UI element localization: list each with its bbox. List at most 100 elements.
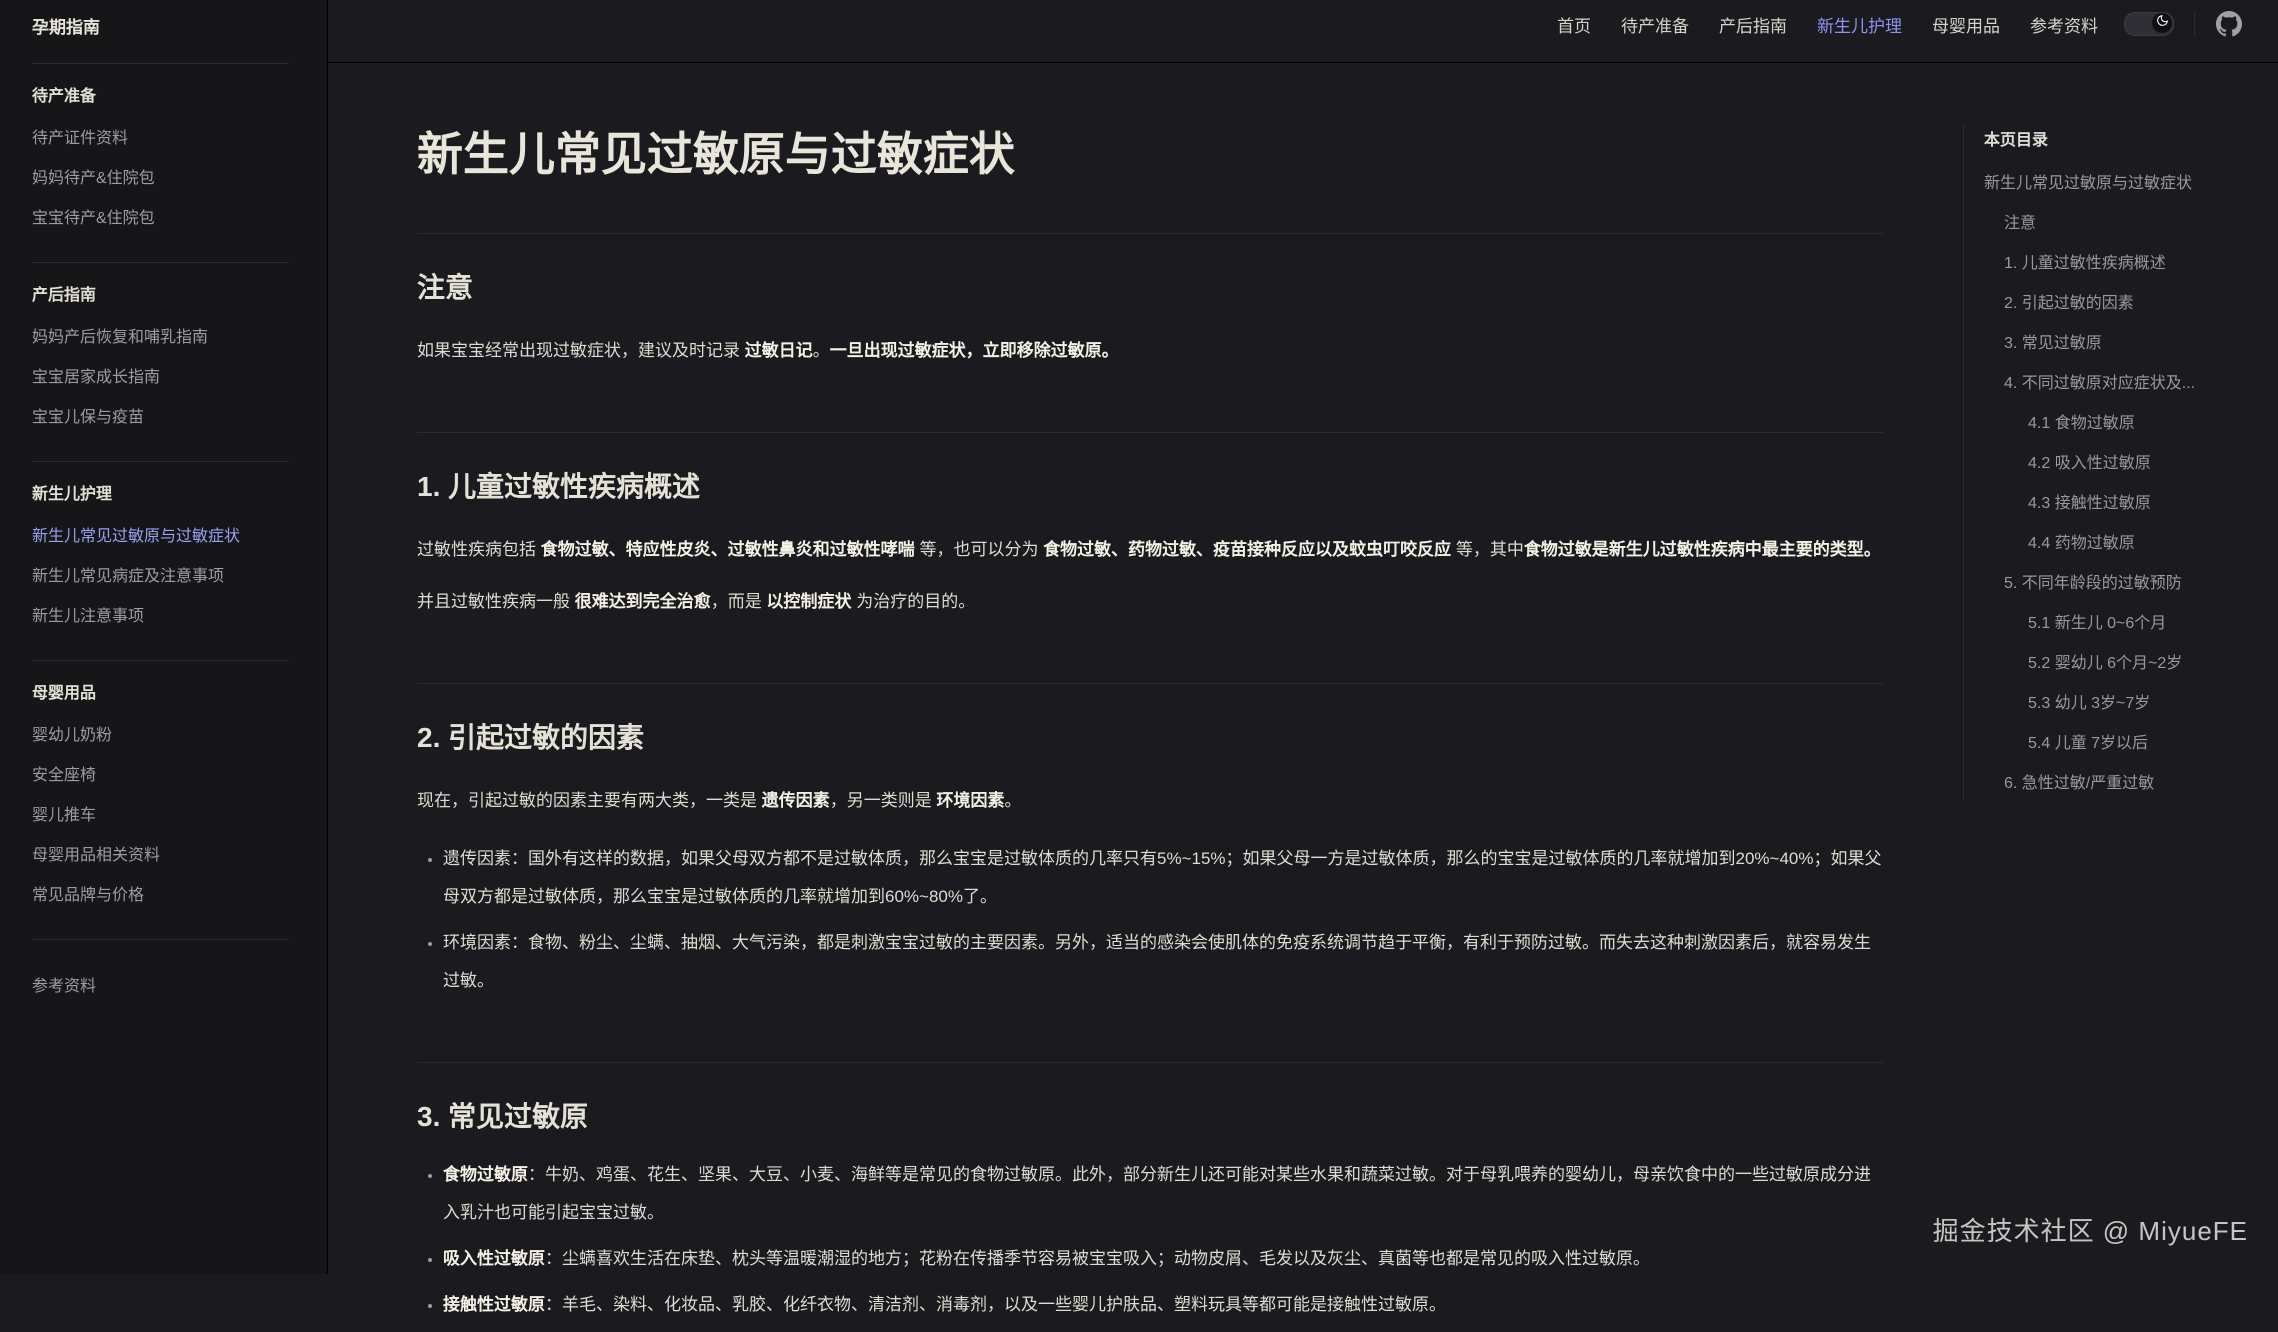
outline-item[interactable]: 5. 不同年龄段的过敏预防 — [1984, 561, 2253, 601]
outline-item[interactable]: 4.2 吸入性过敏原 — [1984, 441, 2253, 481]
nav-link-prenatal[interactable]: 待产准备 — [1621, 12, 1689, 37]
sidebar-divider — [32, 939, 289, 940]
text-segment-bold: 一旦出现过敏症状，立即移除过敏原。 — [830, 341, 1119, 360]
github-icon[interactable] — [2216, 11, 2242, 37]
sidebar-item[interactable]: 婴幼儿奶粉 — [32, 713, 289, 753]
list-item: 遗传因素：国外有这样的数据，如果父母双方都不是过敏体质，那么宝宝是过敏体质的几率… — [443, 840, 1883, 916]
sidebar-group-title: 母婴用品 — [32, 683, 289, 705]
list-item: 接触性过敏原：羊毛、染料、化妆品、乳胶、化纤衣物、清洁剂、消毒剂，以及一些婴儿护… — [443, 1286, 1883, 1324]
bullet-list: 遗传因素：国外有这样的数据，如果父母双方都不是过敏体质，那么宝宝是过敏体质的几率… — [417, 840, 1883, 1000]
text-segment-bold: 遗传因素 — [762, 791, 830, 810]
sidebar-item[interactable]: 待产证件资料 — [32, 116, 289, 156]
bullet-list: 食物过敏原：牛奶、鸡蛋、花生、坚果、大豆、小麦、海鲜等是常见的食物过敏原。此外，… — [417, 1156, 1883, 1324]
sidebar-group-postnatal: 产后指南 妈妈产后恢复和哺乳指南 宝宝居家成长指南 宝宝儿保与疫苗 — [32, 285, 289, 435]
sidebar-group-newborn-care: 新生儿护理 新生儿常见过敏原与过敏症状 新生儿常见病症及注意事项 新生儿注意事项 — [32, 484, 289, 634]
text-segment-bold: 过敏日记 — [745, 341, 813, 360]
doc-section-notice: 注意 如果宝宝经常出现过敏症状，建议及时记录 过敏日记。一旦出现过敏症状，立即移… — [417, 233, 1883, 370]
sidebar-item[interactable]: 宝宝待产&住院包 — [32, 196, 289, 236]
text-segment-bold: 食物过敏是新生儿过敏性疾病中最主要的类型。 — [1524, 540, 1881, 559]
site-logo[interactable]: 孕期指南 — [32, 0, 289, 63]
nav-links: 首页 待产准备 产后指南 新生儿护理 母婴用品 参考资料 — [1557, 12, 2098, 37]
nav-link-newborn-care[interactable]: 新生儿护理 — [1817, 12, 1902, 37]
text-segment: 。 — [813, 341, 830, 360]
moon-icon — [2156, 14, 2169, 32]
text-segment: ：羊毛、染料、化妆品、乳胶、化纤衣物、清洁剂、消毒剂，以及一些婴儿护肤品、塑料玩… — [545, 1295, 1446, 1314]
list-item: 吸入性过敏原：尘螨喜欢生活在床垫、枕头等温暖潮湿的地方；花粉在传播季节容易被宝宝… — [443, 1240, 1883, 1278]
outline-item[interactable]: 2. 引起过敏的因素 — [1984, 281, 2253, 321]
nav-link-references[interactable]: 参考资料 — [2030, 12, 2098, 37]
text-segment: 遗传因素：国外有这样的数据，如果父母双方都不是过敏体质，那么宝宝是过敏体质的几率… — [443, 849, 1882, 906]
sidebar-group-references: 参考资料 — [32, 964, 289, 1004]
outline-item[interactable]: 5.3 幼儿 3岁~7岁 — [1984, 681, 2253, 721]
text-segment: 为治疗的目的。 — [851, 592, 975, 611]
navbar: 首页 待产准备 产后指南 新生儿护理 母婴用品 参考资料 — [328, 0, 2278, 63]
section-divider — [417, 683, 1883, 684]
paragraph: 并且过敏性疾病一般 很难达到完全治愈，而是 以控制症状 为治疗的目的。 — [417, 583, 1883, 621]
section-heading: 3. 常见过敏原 — [417, 1098, 1883, 1136]
theme-toggle-knob — [2152, 13, 2172, 33]
outline-item[interactable]: 4.4 药物过敏原 — [1984, 521, 2253, 561]
text-segment: 现在，引起过敏的因素主要有两大类，一类是 — [417, 791, 762, 810]
outline-item[interactable]: 4.1 食物过敏原 — [1984, 401, 2253, 441]
doc-section-allergens: 3. 常见过敏原 食物过敏原：牛奶、鸡蛋、花生、坚果、大豆、小麦、海鲜等是常见的… — [417, 1062, 1883, 1324]
text-segment-bold: 食物过敏、特应性皮炎、过敏性鼻炎和过敏性哮喘 — [541, 540, 915, 559]
sidebar-item[interactable]: 婴儿推车 — [32, 793, 289, 833]
sidebar-item[interactable]: 妈妈待产&住院包 — [32, 156, 289, 196]
sidebar-item[interactable]: 新生儿常见病症及注意事项 — [32, 554, 289, 594]
text-segment-bold: 食物过敏原 — [443, 1165, 528, 1184]
sidebar-group-products: 母婴用品 婴幼儿奶粉 安全座椅 婴儿推车 母婴用品相关资料 常见品牌与价格 — [32, 683, 289, 913]
outline-title: 本页目录 — [1984, 125, 2253, 157]
text-segment: 过敏性疾病包括 — [417, 540, 541, 559]
outline-item[interactable]: 4. 不同过敏原对应症状及... — [1984, 361, 2253, 401]
doc-content: 新生儿常见过敏原与过敏症状 注意 如果宝宝经常出现过敏症状，建议及时记录 过敏日… — [328, 63, 1963, 1332]
theme-toggle[interactable] — [2124, 12, 2174, 36]
outline-item[interactable]: 1. 儿童过敏性疾病概述 — [1984, 241, 2253, 281]
sidebar-item[interactable]: 安全座椅 — [32, 753, 289, 793]
sidebar-group-title: 新生儿护理 — [32, 484, 289, 506]
sidebar-item-current[interactable]: 新生儿常见过敏原与过敏症状 — [32, 514, 289, 554]
sidebar-item[interactable]: 宝宝居家成长指南 — [32, 355, 289, 395]
sidebar-item[interactable]: 新生儿注意事项 — [32, 594, 289, 634]
text-segment: ：牛奶、鸡蛋、花生、坚果、大豆、小麦、海鲜等是常见的食物过敏原。此外，部分新生儿… — [443, 1165, 1871, 1222]
paragraph: 如果宝宝经常出现过敏症状，建议及时记录 过敏日记。一旦出现过敏症状，立即移除过敏… — [417, 332, 1883, 370]
page-title: 新生儿常见过敏原与过敏症状 — [417, 127, 1883, 181]
nav-link-products[interactable]: 母婴用品 — [1932, 12, 2000, 37]
outline-item[interactable]: 4.3 接触性过敏原 — [1984, 481, 2253, 521]
outline-item[interactable]: 3. 常见过敏原 — [1984, 321, 2253, 361]
sidebar-item[interactable]: 妈妈产后恢复和哺乳指南 — [32, 315, 289, 355]
sidebar-item[interactable]: 宝宝儿保与疫苗 — [32, 395, 289, 435]
outline-item[interactable]: 5.1 新生儿 0~6个月 — [1984, 601, 2253, 641]
outline-item[interactable]: 5.2 婴幼儿 6个月~2岁 — [1984, 641, 2253, 681]
section-heading: 2. 引起过敏的因素 — [417, 719, 1883, 757]
sidebar-item[interactable]: 常见品牌与价格 — [32, 873, 289, 913]
watermark: 掘金技术社区 @ MiyueFE — [1933, 1211, 2248, 1248]
text-segment-bold: 以控制症状 — [766, 592, 851, 611]
section-divider — [417, 233, 1883, 234]
section-heading: 1. 儿童过敏性疾病概述 — [417, 468, 1883, 506]
doc-section-overview: 1. 儿童过敏性疾病概述 过敏性疾病包括 食物过敏、特应性皮炎、过敏性鼻炎和过敏… — [417, 432, 1883, 621]
sidebar-divider — [32, 461, 289, 462]
text-segment: ，另一类则是 — [830, 791, 937, 810]
paragraph: 现在，引起过敏的因素主要有两大类，一类是 遗传因素，另一类则是 环境因素。 — [417, 782, 1883, 820]
outline-item[interactable]: 6. 急性过敏/严重过敏 — [1984, 761, 2253, 801]
doc-section-causes: 2. 引起过敏的因素 现在，引起过敏的因素主要有两大类，一类是 遗传因素，另一类… — [417, 683, 1883, 1000]
section-divider — [417, 432, 1883, 433]
nav-link-home[interactable]: 首页 — [1557, 12, 1591, 37]
outline-item[interactable]: 注意 — [1984, 201, 2253, 241]
sidebar-divider — [32, 660, 289, 661]
outline-item[interactable]: 新生儿常见过敏原与过敏症状 — [1984, 161, 2253, 201]
text-segment: 如果宝宝经常出现过敏症状，建议及时记录 — [417, 341, 745, 360]
list-item: 食物过敏原：牛奶、鸡蛋、花生、坚果、大豆、小麦、海鲜等是常见的食物过敏原。此外，… — [443, 1156, 1883, 1232]
section-heading: 注意 — [417, 269, 1883, 307]
sidebar-divider — [32, 63, 289, 64]
text-segment: 并且过敏性疾病一般 — [417, 592, 575, 611]
text-segment: 。 — [1004, 791, 1021, 810]
sidebar-item[interactable]: 母婴用品相关资料 — [32, 833, 289, 873]
outline-item[interactable]: 5.4 儿童 7岁以后 — [1984, 721, 2253, 761]
sidebar-group-title: 待产准备 — [32, 86, 289, 108]
paragraph: 过敏性疾病包括 食物过敏、特应性皮炎、过敏性鼻炎和过敏性哮喘 等，也可以分为 食… — [417, 531, 1883, 569]
sidebar-item[interactable]: 参考资料 — [32, 964, 289, 1004]
nav-link-postnatal[interactable]: 产后指南 — [1719, 12, 1787, 37]
text-segment-bold: 吸入性过敏原 — [443, 1249, 545, 1268]
text-segment: ：尘螨喜欢生活在床垫、枕头等温暖潮湿的地方；花粉在传播季节容易被宝宝吸入；动物皮… — [545, 1249, 1650, 1268]
